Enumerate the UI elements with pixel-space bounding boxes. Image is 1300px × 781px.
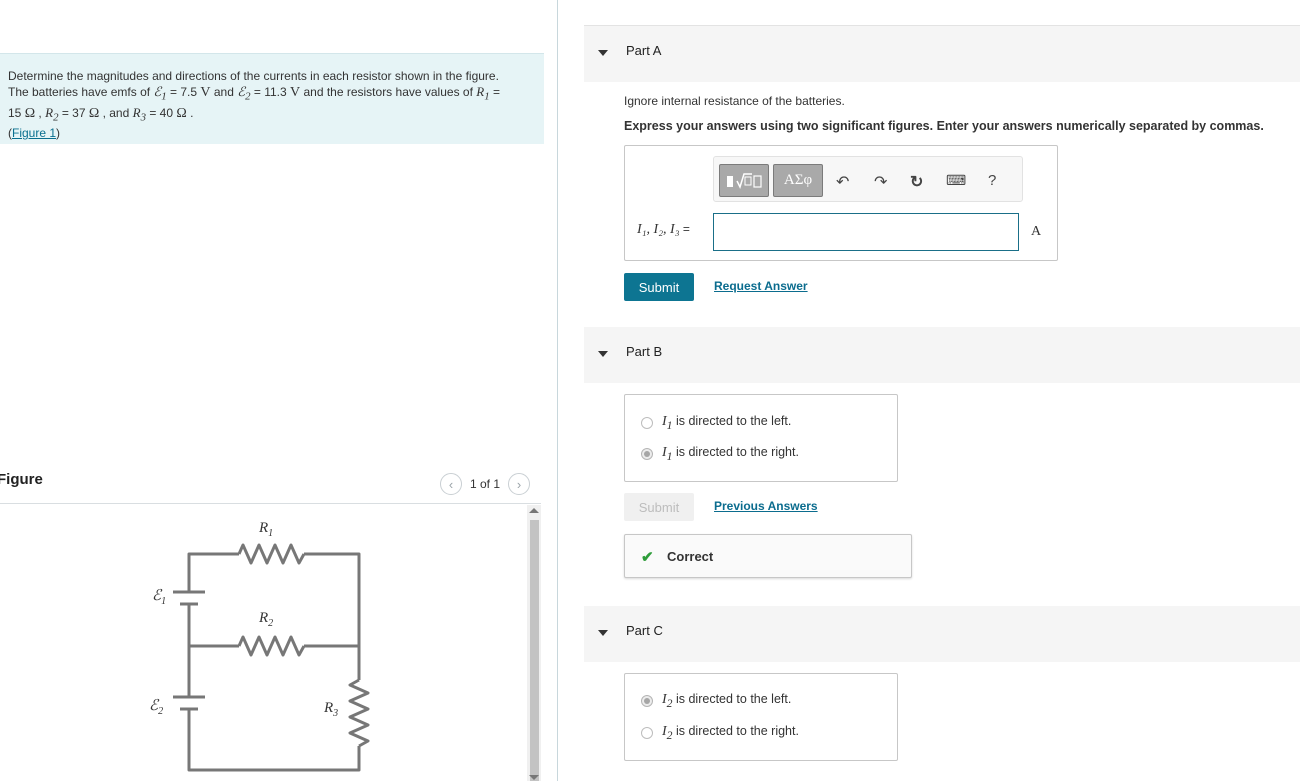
scroll-down-arrow-icon[interactable] — [529, 775, 539, 780]
wire — [304, 552, 361, 680]
resistor-r2 — [237, 635, 306, 657]
greek-symbols-button[interactable]: ΑΣφ — [773, 164, 823, 197]
redo-icon[interactable]: ↷ — [874, 172, 887, 192]
part-b-options: I1 is directed to the left. I1 is direct… — [624, 394, 898, 482]
chevron-right-icon[interactable]: › — [508, 473, 531, 495]
answer-unit: A — [1031, 224, 1042, 239]
circuit-diagram: ℰ1 ℰ2 R1 R2 R3 — [149, 520, 370, 772]
answer-pane: Part A Ignore internal resistance of the… — [558, 0, 1300, 781]
templates-icon — [727, 172, 762, 189]
feedback-text: Correct — [667, 549, 714, 564]
feedback-correct: ✔ Correct — [624, 534, 912, 578]
part-a-header[interactable]: Part A — [584, 26, 1300, 82]
part-a-submit-button[interactable]: Submit — [624, 273, 694, 301]
part-b-header[interactable]: Part B — [584, 327, 1300, 383]
figure-counter: 1 of 1 — [470, 477, 501, 491]
answer-input[interactable] — [713, 213, 1019, 251]
part-c-title: Part C — [626, 623, 663, 638]
resistor-r1 — [237, 543, 306, 565]
math-toolbar: ΑΣφ ↶ ↷ ↻ ⌨ ? — [713, 156, 1023, 202]
templates-button[interactable] — [719, 164, 769, 197]
scroll-thumb[interactable] — [530, 520, 539, 781]
problem-pane: Determine the magnitudes and directions … — [0, 0, 557, 781]
undo-icon[interactable]: ↶ — [836, 172, 849, 192]
divider — [0, 503, 541, 504]
part-c-options: I2 is directed to the left. I2 is direct… — [624, 673, 898, 761]
problem-statement-box: Determine the magnitudes and directions … — [0, 53, 544, 144]
scroll-up-arrow-icon[interactable] — [529, 508, 539, 513]
caret-down-icon — [598, 630, 608, 636]
radio-button[interactable] — [641, 727, 653, 739]
help-icon[interactable]: ? — [988, 172, 996, 189]
answer-box: ΑΣφ ↶ ↷ ↻ ⌨ ? I₁, I₂, I₃ = A — [624, 145, 1058, 261]
problem-statement: Determine the magnitudes and directions … — [8, 69, 500, 141]
part-a-format-instruction: Express your answers using two significa… — [624, 119, 1264, 133]
checkmark-icon: ✔ — [641, 549, 654, 566]
part-c-option-left[interactable]: I2 is directed to the left. — [641, 692, 791, 710]
part-c-header[interactable]: Part C — [584, 606, 1300, 662]
caret-down-icon — [598, 50, 608, 56]
label-r1: R1 — [258, 520, 273, 539]
part-a-instruction: Ignore internal resistance of the batter… — [624, 94, 845, 108]
part-c-option-right[interactable]: I2 is directed to the right. — [641, 724, 799, 742]
part-a-title: Part A — [626, 43, 662, 58]
wire — [187, 552, 239, 592]
reset-icon[interactable]: ↻ — [910, 172, 923, 192]
answer-label: I₁, I₂, I₃ = — [637, 222, 690, 237]
resistor-r3 — [348, 678, 370, 748]
figure-navigation: ‹ 1 of 1 › — [440, 472, 531, 496]
part-b-option-left[interactable]: I1 is directed to the left. — [641, 414, 791, 432]
figure-link[interactable]: Figure 1 — [12, 126, 56, 140]
part-b-title: Part B — [626, 344, 663, 359]
part-b-submit-button[interactable]: Submit — [624, 493, 694, 521]
label-r2: R2 — [258, 610, 273, 629]
radio-button[interactable] — [641, 417, 653, 429]
figure-scrollbar[interactable] — [527, 505, 541, 781]
request-answer-link[interactable]: Request Answer — [714, 279, 808, 293]
caret-down-icon — [598, 351, 608, 357]
figure-title: Figure — [0, 471, 43, 488]
wire — [187, 746, 361, 772]
radio-button-selected[interactable] — [641, 695, 653, 707]
radio-button-selected[interactable] — [641, 448, 653, 460]
label-e1: ℰ1 — [152, 588, 166, 607]
label-r3: R3 — [323, 700, 338, 719]
part-b-option-right[interactable]: I1 is directed to the right. — [641, 445, 799, 463]
label-e2: ℰ2 — [149, 698, 163, 717]
keyboard-icon[interactable]: ⌨ — [946, 172, 966, 189]
previous-answers-link[interactable]: Previous Answers — [714, 499, 818, 513]
chevron-left-icon[interactable]: ‹ — [440, 473, 462, 495]
